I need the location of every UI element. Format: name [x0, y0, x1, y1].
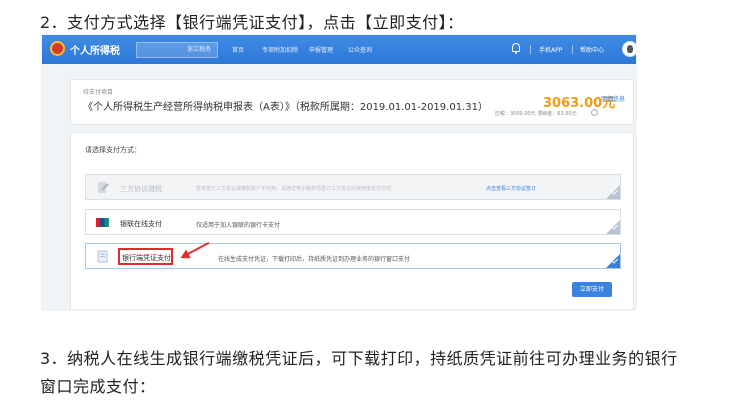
method-unionpay-desc: 仅适用于加入银联的银行卡支付: [196, 222, 281, 229]
agreement-icon: [98, 182, 109, 193]
method-third-party[interactable]: 三方协议缴税 暂未签订三方协议或缴款账户不可用，请通过电子税务局签订三方协议后使…: [85, 174, 621, 200]
nav-special-deduction[interactable]: 专项附加扣除: [262, 45, 298, 54]
avatar[interactable]: [622, 41, 636, 57]
unionpay-icon: [96, 218, 109, 227]
pay-now-button[interactable]: 立即支付: [572, 282, 612, 297]
nav-public-query[interactable]: 公众查询: [348, 45, 372, 54]
divider: [530, 45, 531, 54]
step-3-text-line-2: 窗口完成支付：: [40, 377, 156, 396]
payment-method-card: 请选择支付方式： 三方协议缴税 暂未签订三方协议或缴款账户不可用，请通过电子税务…: [70, 132, 634, 310]
method-bank-voucher[interactable]: 银行端凭证支付 在线生成支付凭证，下载打印后，持纸质凭证到办理业务的银行窗口支付: [85, 241, 621, 269]
method-third-party-name: 三方协议缴税: [120, 185, 162, 193]
nav-home[interactable]: 首页: [232, 45, 244, 54]
check-corner-icon: [606, 220, 620, 234]
method-section-title: 请选择支付方式：: [85, 146, 141, 154]
check-corner-icon: [606, 254, 620, 268]
method-unionpay-name: 银联在线支付: [120, 220, 162, 228]
mobile-app-link[interactable]: 手机APP: [539, 45, 562, 54]
bell-icon[interactable]: [512, 43, 520, 54]
amount-breakdown: 应税：3000.00元 滞纳金：63.00元: [495, 111, 577, 117]
step-3-text-line-1: 3．纳税人在线生成银行端缴税凭证后，可下载打印，持纸质凭证前往可办理业务的银行: [40, 349, 678, 368]
info-icon[interactable]: [591, 109, 598, 116]
region-selector[interactable]: 浙江税务: [136, 42, 218, 58]
item-title: 《个人所得税生产经营所得纳税申报表（A表）》（税款所属期：2019.01.01-…: [83, 102, 488, 113]
method-unionpay[interactable]: 银联在线支付 仅适用于加入银联的银行卡支付: [85, 209, 621, 235]
third-party-agreement-link[interactable]: 点击查看三方协议签订: [486, 185, 536, 192]
red-arrow: [185, 241, 210, 256]
pending-label: 待支付项目: [83, 89, 114, 96]
step-2-text: 2．支付方式选择【银行端凭证支付】，点击【立即支付】：: [40, 13, 464, 32]
help-center-link[interactable]: 帮助中心: [580, 45, 604, 54]
embedded-screenshot: 个人所得税 浙江税务 首页 专项附加扣除 申报管理 公众查询 手机APP 帮助中…: [42, 35, 636, 310]
top-bar: 个人所得税 浙江税务 首页 专项附加扣除 申报管理 公众查询 手机APP 帮助中…: [42, 35, 636, 64]
pending-item-card: 待支付项目 《个人所得税生产经营所得纳税申报表（A表）》（税款所属期：2019.…: [70, 79, 634, 125]
nav-declaration[interactable]: 申报管理: [309, 45, 333, 54]
detail-link[interactable]: 明细信息: [601, 94, 625, 103]
voucher-icon: [97, 250, 108, 263]
method-third-party-desc: 暂未签订三方协议或缴款账户不可用，请通过电子税务局签订三方协议后使用本支付方式: [196, 186, 392, 192]
site-title: 个人所得税: [70, 46, 120, 57]
method-bank-voucher-desc: 在线生成支付凭证，下载打印后，持纸质凭证到办理业务的银行窗口支付: [218, 256, 411, 263]
tax-emblem-icon: [50, 41, 65, 56]
check-corner-icon: [606, 185, 620, 199]
method-bank-voucher-name: 银行端凭证支付: [122, 254, 171, 262]
divider: [572, 45, 573, 54]
